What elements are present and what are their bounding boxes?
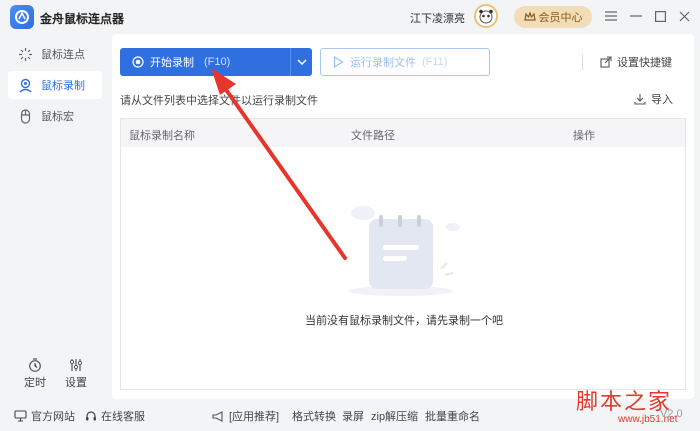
user-name[interactable]: 江下凌漂亮	[410, 10, 465, 26]
import-label: 导入	[651, 94, 673, 106]
run-record-hotkey: (F11)	[422, 56, 448, 68]
app-recommend-label: [应用推荐]	[229, 411, 280, 423]
mouse-icon	[20, 108, 31, 124]
online-support-link[interactable]: 在线客服	[85, 408, 145, 424]
timer-label: 定时	[24, 377, 46, 389]
column-header-path: 文件路径	[351, 130, 395, 142]
chevron-down-icon	[296, 59, 307, 65]
close-icon[interactable]	[677, 8, 691, 24]
toolbar-divider	[582, 54, 583, 70]
click-burst-icon	[19, 47, 32, 61]
format-convert-link[interactable]: 格式转换	[292, 408, 336, 424]
import-button[interactable]: 导入	[634, 91, 673, 107]
import-icon	[634, 94, 646, 105]
sidebar-item-label: 鼠标录制	[41, 80, 85, 92]
member-center-button[interactable]: 会员中心	[514, 6, 592, 28]
table-header: 鼠标录制名称 文件路径 操作	[121, 119, 685, 147]
monitor-icon	[14, 410, 27, 422]
timer-icon	[29, 358, 41, 372]
record-file-table: 鼠标录制名称 文件路径 操作 当前没有鼠标录制文件，请先录制一个吧	[120, 118, 686, 390]
start-record-dropdown[interactable]	[290, 48, 312, 76]
run-record-file-button[interactable]: 运行录制文件 (F11)	[320, 48, 490, 76]
member-center-label: 会员中心	[538, 12, 583, 24]
minimize-icon[interactable]	[629, 8, 643, 24]
sidebar-item-label: 鼠标连点	[41, 49, 85, 61]
empty-state-message: 当前没有鼠标录制文件，请先录制一个吧	[305, 315, 503, 327]
maximize-icon[interactable]	[653, 8, 667, 24]
official-website-link[interactable]: 官方网站	[14, 408, 75, 424]
play-icon	[333, 56, 344, 68]
record-user-icon	[19, 78, 32, 93]
main-panel: 开始录制 (F10) 运行录制文件 (F11) 设置快捷键 请从文件列表中选择文…	[112, 34, 694, 399]
megaphone-icon	[212, 411, 223, 422]
screen-record-link[interactable]: 录屏	[342, 408, 364, 424]
title-bar: 金舟鼠标连点器 江下凌漂亮 会员中心	[0, 0, 700, 34]
record-icon	[132, 56, 144, 68]
start-record-label: 开始录制	[150, 57, 194, 69]
avatar[interactable]	[474, 4, 498, 28]
batch-rename-link[interactable]: 批量重命名	[425, 408, 480, 424]
zip-extract-link[interactable]: zip解压缩	[371, 408, 418, 424]
sidebar-item-mouse-record[interactable]: 鼠标录制	[8, 71, 102, 99]
set-shortcut-button[interactable]: 设置快捷键	[600, 54, 672, 70]
start-record-main[interactable]: 开始录制 (F10)	[120, 54, 290, 70]
app-logo-icon	[10, 5, 34, 29]
empty-document-illustration	[349, 206, 460, 296]
sliders-icon	[69, 359, 83, 371]
app-title: 金舟鼠标连点器	[40, 12, 125, 26]
sidebar-item-mouse-macro[interactable]: 鼠标宏	[8, 102, 102, 130]
run-record-label: 运行录制文件	[350, 57, 416, 69]
start-record-button[interactable]: 开始录制 (F10)	[120, 48, 312, 76]
watermark-logo: 脚本之家 www.jb51.net	[568, 384, 698, 430]
settings-label: 设置	[65, 377, 87, 389]
column-header-name: 鼠标录制名称	[129, 130, 195, 142]
online-support-label: 在线客服	[101, 411, 145, 423]
file-select-hint: 请从文件列表中选择文件以运行录制文件	[120, 95, 318, 107]
settings-button[interactable]: 设置	[56, 358, 96, 390]
official-website-label: 官方网站	[31, 411, 75, 423]
shortcut-icon	[600, 56, 612, 68]
sidebar-item-label: 鼠标宏	[41, 111, 74, 123]
menu-icon[interactable]	[604, 8, 618, 24]
headset-icon	[86, 411, 96, 421]
set-shortcut-label: 设置快捷键	[617, 57, 672, 69]
watermark-url: www.jb51.net	[618, 414, 678, 425]
start-record-hotkey: (F10)	[204, 56, 231, 68]
column-header-actions: 操作	[573, 130, 595, 142]
app-recommend: [应用推荐]	[212, 408, 279, 424]
watermark-text: 脚本之家	[576, 390, 673, 415]
timer-button[interactable]: 定时	[15, 358, 55, 390]
crown-icon	[523, 11, 536, 21]
sidebar: 鼠标连点 鼠标录制 鼠标宏 定时 设置	[0, 34, 112, 399]
sidebar-item-mouse-click[interactable]: 鼠标连点	[8, 40, 102, 68]
